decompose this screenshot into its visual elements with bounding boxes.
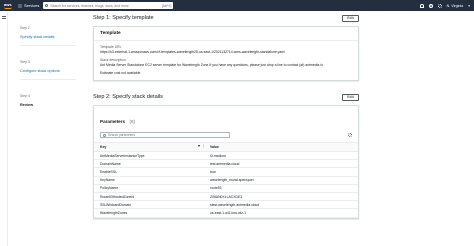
table-row: KeyName wavelength_murat-specsport [94, 176, 358, 185]
param-value: route53 [204, 184, 358, 193]
review-main: Step 1: Specify template Edit Template T… [93, 13, 359, 219]
parameters-header: Parameters (8) [94, 106, 358, 130]
table-row: WavelengthZones us-east-1-wl1-bos-wlz-1 [94, 208, 358, 218]
grid-icon [18, 3, 22, 8]
services-label: Services [24, 3, 40, 8]
bell-icon[interactable] [419, 3, 424, 8]
step-divider [20, 79, 76, 80]
param-key: WavelengthZones [94, 208, 204, 218]
parameters-table: Key Value AntMediaServerInstanceType t3.… [94, 142, 358, 218]
side-rail [0, 11, 8, 246]
parameters-search-input[interactable] [108, 133, 218, 137]
table-row: DomainName test.antmedia.cloud [94, 159, 358, 169]
stack-description-label: Stack description [100, 58, 126, 62]
param-value: wavelength_murat-specsport [204, 176, 358, 185]
table-row: EnableSSL true [94, 167, 358, 177]
services-menu-button[interactable]: Services [18, 3, 39, 8]
parameters-filter[interactable] [100, 132, 230, 138]
step-number: Step 2 [20, 26, 30, 30]
parameters-count: (8) [129, 119, 136, 124]
param-key: SSLWildcardDomain [94, 200, 204, 210]
step-number: Step 3 [20, 60, 30, 64]
table-header-row: Key Value [94, 142, 358, 152]
step2-title: Step 2: Specify stack details [93, 94, 163, 100]
step2-header: Step 2: Specify stack details Edit [93, 92, 359, 102]
help-icon[interactable]: ? [428, 3, 433, 8]
parameters-title: Parameters [100, 119, 126, 124]
table-row: SSLWildcardDomain stest.wavelength.antme… [94, 200, 358, 210]
wizard-step-3[interactable]: Step 3 Configure stack options [20, 50, 80, 73]
top-nav-bar: aws Services [Alt+S] ? N. Virginia ▾ [0, 0, 474, 11]
param-value: stest.wavelength.antmedia.cloud [204, 200, 358, 210]
template-card: Template Template URL https://s3-externa… [93, 26, 359, 81]
step-divider [20, 45, 76, 46]
stack-description-value: Ant Media Server Standalone EC2 server t… [100, 63, 323, 67]
param-value: true [204, 167, 358, 177]
aws-smile-icon [4, 7, 12, 9]
sort-down-icon[interactable] [198, 145, 200, 148]
step1-edit-button[interactable]: Edit [342, 14, 359, 22]
topbar-right: ? N. Virginia ▾ [419, 3, 470, 8]
param-key: PolicyName [94, 184, 204, 193]
search-icon [45, 4, 49, 7]
template-url-label: Template URL [100, 45, 122, 49]
global-search[interactable]: [Alt+S] [43, 2, 174, 9]
param-key: Route53HostedZoneId [94, 192, 204, 202]
table-row: AntMediaServerInstanceType t3.medium [94, 151, 358, 161]
step2-edit-button[interactable]: Edit [342, 93, 359, 101]
region-selector[interactable]: N. Virginia [447, 4, 464, 8]
param-key: KeyName [94, 176, 204, 185]
template-url-value: https://s3-external-1.amazonaws.com/cf-t… [100, 50, 285, 54]
gear-icon[interactable] [437, 3, 442, 8]
step-link-configure-stack-options[interactable]: Configure stack options [20, 69, 80, 73]
step1-header: Step 1: Specify template Edit [93, 13, 359, 23]
template-card-body: Template URL https://s3-external-1.amazo… [94, 41, 358, 80]
column-header-key-label: Key [100, 145, 107, 149]
parameters-filter-row [94, 130, 358, 142]
step-number: Step 4 [20, 94, 30, 98]
param-key: DomainName [94, 159, 204, 169]
column-header-key[interactable]: Key [94, 142, 204, 152]
table-row: PolicyName route53 [94, 184, 358, 193]
wizard-step-2[interactable]: Step 2 Specify stack details [20, 16, 80, 39]
template-card-title: Template [94, 27, 358, 41]
param-value: us-east-1-wl1-bos-wlz-1 [204, 208, 358, 218]
search-shortcut: [Alt+S] [161, 3, 172, 8]
estimate-cost-text: Estimate cost not available [100, 71, 141, 75]
aws-logo[interactable]: aws [4, 1, 14, 9]
step2-section: Step 2: Specify stack details Edit Param… [93, 92, 359, 219]
global-search-input[interactable] [50, 3, 151, 8]
search-icon [103, 133, 106, 137]
account-menu[interactable]: ▾ [468, 4, 470, 8]
column-header-value-label: Value [210, 145, 219, 149]
column-header-value: Value [204, 142, 358, 152]
step-current-review: Review [20, 103, 34, 107]
table-row: Route53HostedZoneId Z08AN0XLLACXDE3 [94, 192, 358, 202]
gear-icon[interactable] [348, 133, 352, 137]
hamburger-icon[interactable] [2, 16, 6, 19]
step1-title: Step 1: Specify template [93, 15, 154, 21]
wizard-steps: Step 2 Specify stack details Step 3 Conf… [20, 16, 80, 113]
param-key: AntMediaServerInstanceType [94, 151, 204, 161]
wizard-step-4: Step 4 Review [20, 84, 80, 107]
param-key: EnableSSL [94, 167, 204, 177]
aws-logo-text: aws [4, 1, 12, 7]
param-value: t3.medium [204, 151, 358, 161]
parameters-card: Parameters (8) Key [93, 105, 359, 219]
step-link-specify-stack-details[interactable]: Specify stack details [20, 35, 80, 39]
param-value: test.antmedia.cloud [204, 159, 358, 169]
param-value: Z08AN0XLLACXDE3 [204, 192, 358, 202]
